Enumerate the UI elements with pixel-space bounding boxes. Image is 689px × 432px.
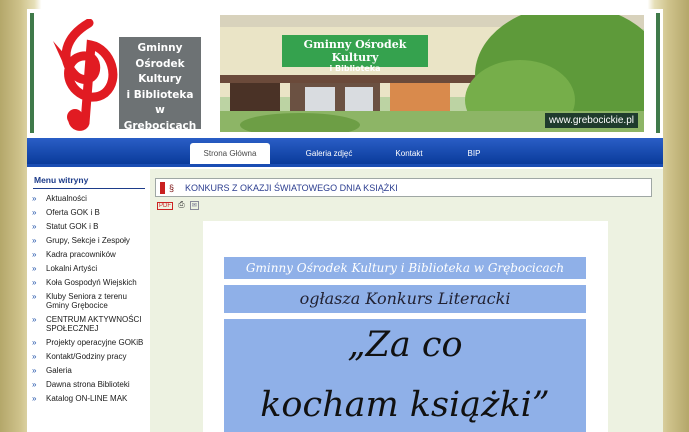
poster-headline-line2: kocham książki”	[260, 385, 550, 425]
sidebar-item-artysci[interactable]: » Lokalni Artyści	[32, 262, 146, 276]
sidebar-item-katalog[interactable]: » Katalog ON-LINE MAK	[32, 392, 146, 406]
nav-galeria-zdjec[interactable]: Galeria zdjęć	[289, 143, 369, 164]
building-sign-line2: i Biblioteka	[329, 64, 381, 73]
url-badge[interactable]: www.grebocickie.pl	[544, 113, 638, 128]
double-chevron-right-icon: »	[32, 278, 37, 287]
title-marker	[160, 182, 165, 194]
nav-kontakt[interactable]: Kontakt	[384, 143, 434, 164]
sidebar-item-label: Kluby Seniora z terenu Gminy Grębocice	[46, 292, 127, 310]
double-chevron-right-icon: »	[32, 292, 37, 301]
double-chevron-right-icon: »	[32, 366, 37, 375]
article-tools: PDF ⎙ ✉	[157, 200, 202, 210]
sidebar-item-label: Koła Gospodyń Wiejskich	[46, 278, 137, 287]
double-chevron-right-icon: »	[32, 264, 37, 273]
double-chevron-right-icon: »	[32, 250, 37, 259]
double-chevron-right-icon: »	[32, 380, 37, 389]
treble-clef-logo-icon[interactable]	[45, 19, 125, 131]
poster-announcement: ogłasza Konkurs Literacki	[224, 285, 586, 313]
sidebar-item-statut[interactable]: » Statut GOK i B	[32, 220, 146, 234]
sidebar-item-label: Kadra pracowników	[46, 250, 116, 259]
sidebar-item-kontakt[interactable]: » Kontakt/Godziny pracy	[32, 350, 146, 364]
header-photo: Gminny Ośrodek Kultury i Biblioteka www.…	[220, 15, 644, 132]
double-chevron-right-icon: »	[32, 194, 37, 203]
sidebar-item-label: Grupy, Sekcje i Zespoły	[46, 236, 130, 245]
nav-strona-glowna[interactable]: Strona Główna	[190, 143, 270, 164]
logo-text-box: Gminny Ośrodek Kultury i Biblioteka w Gr…	[119, 37, 201, 132]
menu-title: Menu witryny	[34, 175, 89, 185]
email-icon[interactable]: ✉	[189, 201, 199, 210]
sidebar-item-kola[interactable]: » Koła Gospodyń Wiejskich	[32, 276, 146, 290]
double-chevron-right-icon: »	[32, 338, 37, 347]
article-icon: §	[169, 183, 175, 193]
sidebar-item-grupy[interactable]: » Grupy, Sekcje i Zespoły	[32, 234, 146, 248]
menu-divider	[33, 188, 145, 189]
sidebar-menu: » Aktualności » Oferta GOK i B » Statut GOK…	[32, 192, 146, 406]
sidebar-item-label: Galeria	[46, 366, 72, 375]
sidebar-item-label: Lokalni Artyści	[46, 264, 98, 273]
sidebar-item-kluby[interactable]: » Kluby Seniora z terenu Gminy Grębocice	[32, 290, 146, 313]
double-chevron-right-icon: »	[32, 222, 37, 231]
sidebar-item-label: Statut GOK i B	[46, 222, 99, 231]
logo-line: i Biblioteka	[126, 88, 194, 101]
sidebar-item-galeria[interactable]: » Galeria	[32, 364, 146, 378]
double-chevron-right-icon: »	[32, 352, 37, 361]
sidebar-item-label: Dawna strona Biblioteki	[46, 380, 130, 389]
article-title-bar: § KONKURS Z OKAZJI ŚWIATOWEGO DNIA KSIĄŻ…	[155, 178, 652, 197]
print-icon[interactable]: ⎙	[178, 200, 184, 210]
double-chevron-right-icon: »	[32, 315, 37, 324]
pdf-icon[interactable]: PDF	[157, 202, 173, 210]
page: Gminny Ośrodek Kultury i Biblioteka w Gr…	[27, 9, 663, 432]
sidebar-item-label: Projekty operacyjne GOKiB	[46, 338, 144, 347]
sidebar-item-kadra[interactable]: » Kadra pracowników	[32, 248, 146, 262]
sidebar-item-dawna-strona[interactable]: » Dawna strona Biblioteki	[32, 378, 146, 392]
header-frame-right	[656, 13, 660, 133]
contest-poster: Gminny Ośrodek Kultury i Biblioteka w Gr…	[203, 221, 608, 432]
sidebar-item-label: Kontakt/Godziny pracy	[46, 352, 127, 361]
logo-line: Kultury	[138, 73, 182, 85]
logo-line: w Grębocicach	[123, 104, 197, 132]
main-nav: Strona Główna Galeria zdjęć Kontakt BIP	[27, 138, 663, 164]
nav-underline	[27, 164, 663, 167]
nav-bip[interactable]: BIP	[459, 143, 489, 164]
poster-headline-box: „Za co kocham książki”	[224, 319, 586, 432]
sidebar-item-centrum[interactable]: » CENTRUM AKTYWNOŚCI SPOŁECZNEJ	[32, 313, 146, 336]
double-chevron-right-icon: »	[32, 236, 37, 245]
main-content: § KONKURS Z OKAZJI ŚWIATOWEGO DNIA KSIĄŻ…	[150, 169, 663, 432]
article-title[interactable]: KONKURS Z OKAZJI ŚWIATOWEGO DNIA KSIĄŻKI	[185, 182, 398, 194]
sidebar-item-aktualnosci[interactable]: » Aktualności	[32, 192, 146, 206]
header-frame-left	[30, 13, 34, 133]
poster-organizer: Gminny Ośrodek Kultury i Biblioteka w Gr…	[224, 257, 586, 279]
building-sign-line1: Gminny Ośrodek Kultury	[303, 38, 407, 64]
sidebar-item-label: CENTRUM AKTYWNOŚCI SPOŁECZNEJ	[46, 315, 142, 333]
logo-line: Gminny	[137, 42, 183, 54]
sidebar-item-oferta[interactable]: » Oferta GOK i B	[32, 206, 146, 220]
double-chevron-right-icon: »	[32, 208, 37, 217]
poster-headline-line1: „Za co	[347, 325, 463, 365]
double-chevron-right-icon: »	[32, 394, 37, 403]
sidebar-item-label: Aktualności	[46, 194, 87, 203]
sidebar-item-label: Oferta GOK i B	[46, 208, 100, 217]
sidebar: Menu witryny » Aktualności » Oferta GOK i …	[27, 169, 147, 432]
building-sign: Gminny Ośrodek Kultury i Biblioteka	[282, 35, 428, 73]
logo-line: Ośrodek	[135, 57, 185, 70]
site-header: Gminny Ośrodek Kultury i Biblioteka w Gr…	[27, 9, 663, 138]
sidebar-item-projekty[interactable]: » Projekty operacyjne GOKiB	[32, 336, 146, 350]
sidebar-item-label: Katalog ON-LINE MAK	[46, 394, 128, 403]
